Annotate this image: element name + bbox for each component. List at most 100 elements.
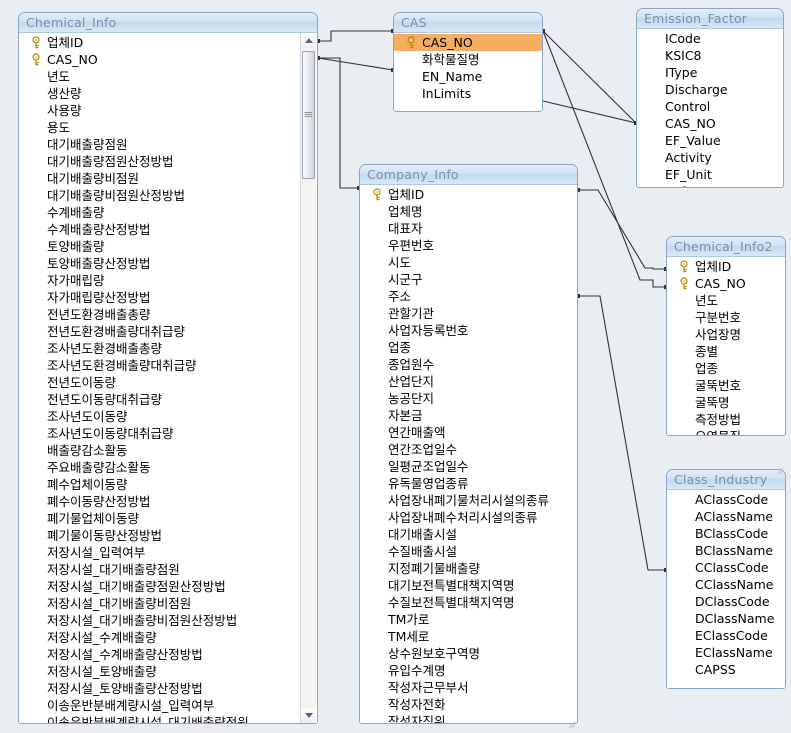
- table-title-chemical_info2[interactable]: Chemical_Info2: [667, 237, 785, 257]
- field-row[interactable]: DClassName: [667, 610, 785, 627]
- field-row[interactable]: 대기보전특별대책지역명: [360, 577, 577, 594]
- field-row[interactable]: TM세로: [360, 628, 577, 645]
- field-row[interactable]: 대기배출량점원산정방법: [19, 153, 299, 170]
- field-row[interactable]: 사업장내폐기물처리시설의종류: [360, 492, 577, 509]
- table-window-chemical_info[interactable]: Chemical_Info 업체ID CAS_NO 년도 생산량 사용량 용도 대기배출량점원…: [18, 12, 318, 724]
- field-row[interactable]: 업종: [360, 339, 577, 356]
- field-row[interactable]: CAS_NO: [19, 51, 299, 68]
- table-window-chemical_info2[interactable]: Chemical_Info2 업체ID CAS_NO 년도 구분번호 사업장명 종별 업종 굴뚝…: [666, 236, 786, 436]
- field-row[interactable]: 자가매립량산정방법: [19, 289, 299, 306]
- table-window-cas[interactable]: CAS CAS_NO 화학물질명 EN_Name InLimits: [393, 12, 543, 112]
- field-row[interactable]: 대기배출량점원: [19, 136, 299, 153]
- field-row[interactable]: 수계배출량: [19, 204, 299, 221]
- field-row[interactable]: 주소: [360, 288, 577, 305]
- field-row[interactable]: 자본금: [360, 407, 577, 424]
- vertical-scrollbar[interactable]: [300, 33, 316, 723]
- field-row[interactable]: 토양배출량: [19, 238, 299, 255]
- scroll-up-button[interactable]: [301, 33, 316, 48]
- field-row[interactable]: 상수원보호구역명: [360, 645, 577, 662]
- scroll-down-button[interactable]: [301, 708, 316, 723]
- field-row[interactable]: 조사년도환경배출량대취급량: [19, 357, 299, 374]
- field-row[interactable]: 수계배출량산정방법: [19, 221, 299, 238]
- field-row[interactable]: EClassName: [667, 644, 785, 661]
- field-row[interactable]: Control: [637, 98, 783, 115]
- field-row[interactable]: 전년도이동량: [19, 374, 299, 391]
- field-row[interactable]: 년도: [667, 292, 785, 309]
- field-row[interactable]: 토양배출량산정방법: [19, 255, 299, 272]
- field-row[interactable]: CAS_NO: [637, 115, 783, 132]
- field-row[interactable]: 오염물질: [667, 428, 785, 435]
- field-row[interactable]: 전년도환경배출량대취급량: [19, 323, 299, 340]
- field-row[interactable]: 전년도이동량대취급량: [19, 391, 299, 408]
- table-window-company_info[interactable]: Company_Info 업체ID 업체명 대표자 우편번호 시도 시군구 주소 관할기관 사업자…: [359, 164, 578, 724]
- table-window-emission_factor[interactable]: Emission_Factor ICode KSIC8 IType Discharge C…: [636, 8, 784, 188]
- field-row[interactable]: KSIC8: [637, 47, 783, 64]
- field-row[interactable]: 저장시설_대기배출량점원산정방법: [19, 578, 299, 595]
- field-row[interactable]: 농공단지: [360, 390, 577, 407]
- field-row[interactable]: AClassCode: [667, 491, 785, 508]
- field-row[interactable]: 지정폐기물배출량: [360, 560, 577, 577]
- field-row[interactable]: EN_Name: [394, 68, 542, 85]
- field-row[interactable]: 사업장명: [667, 326, 785, 343]
- field-row[interactable]: 폐수이동량산정방법: [19, 493, 299, 510]
- field-row[interactable]: BClassCode: [667, 525, 785, 542]
- field-row[interactable]: 구분번호: [667, 309, 785, 326]
- field-row[interactable]: BClassName: [667, 542, 785, 559]
- field-row[interactable]: 우편번호: [360, 237, 577, 254]
- field-row[interactable]: 주요배출량감소활동: [19, 459, 299, 476]
- field-row[interactable]: InLimits: [394, 85, 542, 102]
- field-row[interactable]: 배출량감소활동: [19, 442, 299, 459]
- field-row[interactable]: DClassCode: [667, 593, 785, 610]
- field-row[interactable]: EF_Value: [637, 132, 783, 149]
- field-row[interactable]: 사업자등록번호: [360, 322, 577, 339]
- field-row[interactable]: 저장시설_수계배출량산정방법: [19, 646, 299, 663]
- field-row[interactable]: CAPSS: [667, 661, 785, 678]
- table-title-cas[interactable]: CAS: [394, 13, 542, 33]
- field-row[interactable]: 조사년도이동량대취급량: [19, 425, 299, 442]
- field-row[interactable]: 업종: [667, 360, 785, 377]
- field-row[interactable]: 전년도환경배출총량: [19, 306, 299, 323]
- field-row[interactable]: 관할기관: [360, 305, 577, 322]
- field-row[interactable]: 폐수업체이동량: [19, 476, 299, 493]
- field-row[interactable]: EClassCode: [667, 627, 785, 644]
- field-row[interactable]: 업체명: [360, 203, 577, 220]
- field-row[interactable]: 일평균조업일수: [360, 458, 577, 475]
- field-row[interactable]: 조사년도환경배출총량: [19, 340, 299, 357]
- field-row[interactable]: 대기배출량비점원산정방법: [19, 187, 299, 204]
- field-row[interactable]: 저장시설_대기배출량점원: [19, 561, 299, 578]
- field-row[interactable]: Reference: [637, 183, 783, 187]
- field-row[interactable]: CClassCode: [667, 559, 785, 576]
- field-row[interactable]: 유입수계명: [360, 662, 577, 679]
- scrollbar-thumb[interactable]: [302, 51, 315, 179]
- table-title-class_industry[interactable]: Class_Industry: [667, 470, 785, 490]
- field-row[interactable]: 대표자: [360, 220, 577, 237]
- field-row[interactable]: 종업원수: [360, 356, 577, 373]
- resize-grip-company[interactable]: [566, 714, 576, 729]
- field-row[interactable]: IType: [637, 64, 783, 81]
- field-row[interactable]: CAS_NO: [667, 275, 785, 292]
- field-row[interactable]: 측정방법: [667, 411, 785, 428]
- table-title-chemical_info[interactable]: Chemical_Info: [19, 13, 317, 33]
- field-row[interactable]: Activity: [637, 149, 783, 166]
- field-row[interactable]: 작성자직위: [360, 713, 577, 723]
- resize-grip-chemicalinfo2[interactable]: [774, 460, 784, 475]
- field-row[interactable]: 연간조업일수: [360, 441, 577, 458]
- field-row[interactable]: 시군구: [360, 271, 577, 288]
- field-row[interactable]: 연간매출액: [360, 424, 577, 441]
- field-row[interactable]: AClassName: [667, 508, 785, 525]
- field-row[interactable]: 이송운반분배계량시설_대기배출량점원: [19, 714, 299, 723]
- field-row[interactable]: 작성자전화: [360, 696, 577, 713]
- table-title-emission_factor[interactable]: Emission_Factor: [637, 9, 783, 29]
- field-row[interactable]: 저장시설_대기배출량비점원산정방법: [19, 612, 299, 629]
- field-row[interactable]: 수질배출시설: [360, 543, 577, 560]
- field-row[interactable]: 대기배출량비점원: [19, 170, 299, 187]
- field-row[interactable]: 저장시설_대기배출량비점원: [19, 595, 299, 612]
- field-row[interactable]: TM가로: [360, 611, 577, 628]
- field-row[interactable]: 화학물질명: [394, 51, 542, 68]
- field-row[interactable]: ICode: [637, 30, 783, 47]
- field-row[interactable]: CAS_NO: [394, 34, 542, 51]
- field-row[interactable]: Discharge: [637, 81, 783, 98]
- field-row[interactable]: 수질보전특별대책지역명: [360, 594, 577, 611]
- field-row[interactable]: 업체ID: [667, 258, 785, 275]
- field-row[interactable]: 굴뚝번호: [667, 377, 785, 394]
